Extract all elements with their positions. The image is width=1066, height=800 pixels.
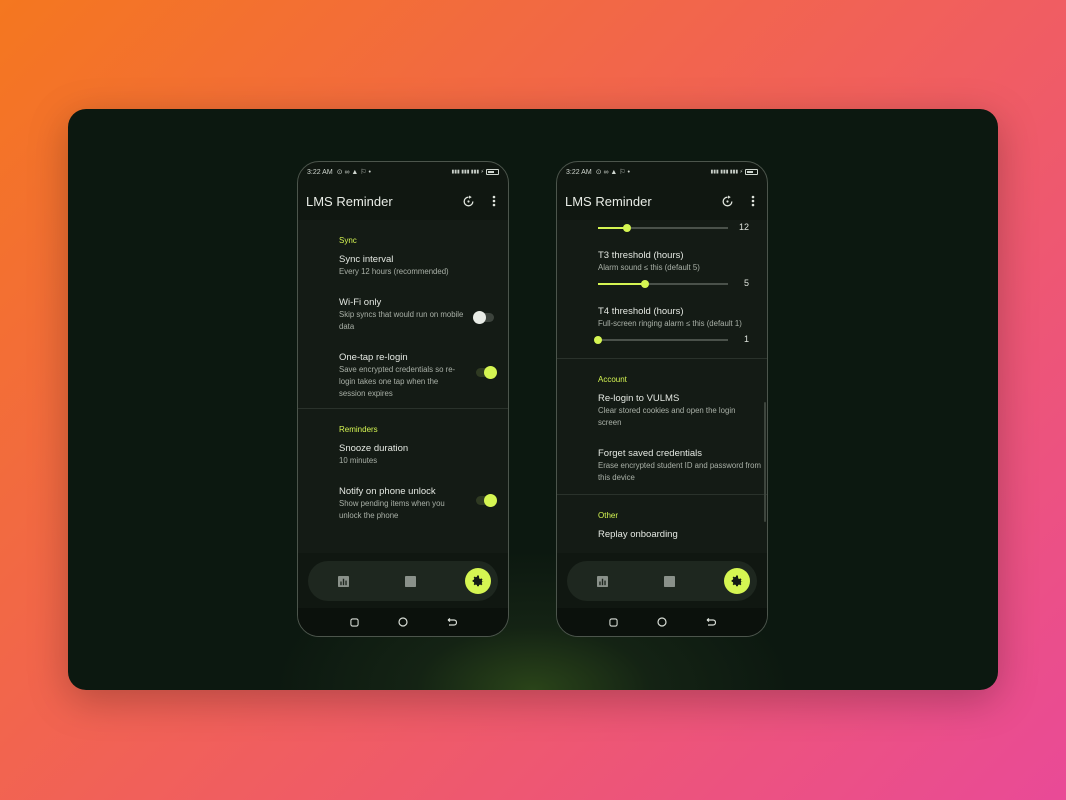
battery-icon — [486, 169, 499, 175]
setting-title: Forget saved credentials — [598, 448, 703, 459]
setting-title: T4 threshold (hours) — [598, 306, 684, 317]
setting-title: Re-login to VULMS — [598, 393, 680, 404]
bar-chart-icon — [337, 575, 349, 587]
one-tap-relogin-toggle[interactable] — [476, 365, 497, 379]
back-icon[interactable] — [445, 615, 459, 629]
refresh-icon[interactable] — [460, 193, 476, 209]
status-bar: 3:22 AM ⊙ ∞ ▲ ⚐ • ▮▮▮ ▮▮▮ ▮▮▮ ⚡ — [298, 162, 508, 182]
setting-title: Replay onboarding — [598, 529, 678, 540]
app-title: LMS Reminder — [565, 193, 652, 209]
setting-subtitle: Save encrypted credentials so re-login t… — [339, 365, 456, 398]
square-icon — [664, 575, 675, 587]
signal-icon: ▮▮▮ ▮▮▮ ▮▮▮ ⚡ — [451, 169, 484, 175]
system-nav-bar — [298, 608, 508, 636]
setting-one-tap-relogin[interactable]: One-tap re-login Save encrypted credenti… — [298, 352, 508, 402]
setting-subtitle: 10 minutes — [339, 456, 378, 465]
nav-settings[interactable] — [724, 568, 750, 594]
phone-left: 3:22 AM ⊙ ∞ ▲ ⚐ • ▮▮▮ ▮▮▮ ▮▮▮ ⚡ LMS Remi… — [297, 161, 509, 637]
setting-subtitle: Alarm sound ≤ this (default 5) — [598, 263, 700, 272]
notification-icons: ⊙ ∞ ▲ ⚐ • — [595, 169, 630, 176]
slider-thumb[interactable] — [594, 336, 602, 344]
setting-notify-on-unlock[interactable]: Notify on phone unlock Show pending item… — [298, 486, 508, 526]
t4-threshold-slider[interactable]: 1 — [594, 332, 767, 348]
gear-icon — [731, 575, 743, 587]
app-bar: LMS Reminder — [298, 182, 508, 220]
slider-thumb[interactable] — [640, 280, 649, 288]
recents-icon[interactable] — [606, 615, 620, 629]
slider-value: 12 — [738, 222, 749, 232]
refresh-icon[interactable] — [719, 193, 735, 209]
t3-threshold-slider[interactable]: 5 — [598, 276, 767, 292]
section-header-other: Other — [598, 511, 619, 520]
app-bar: LMS Reminder — [557, 182, 767, 220]
signal-icon: ▮▮▮ ▮▮▮ ▮▮▮ ⚡ — [710, 169, 743, 175]
setting-t3-threshold[interactable]: T3 threshold (hours) Alarm sound ≤ this … — [557, 236, 767, 276]
setting-title: Notify on phone unlock — [339, 486, 436, 497]
notify-unlock-toggle[interactable] — [476, 493, 497, 507]
section-header-sync: Sync — [339, 236, 357, 245]
wifi-only-toggle[interactable] — [473, 310, 494, 324]
recents-icon[interactable] — [347, 615, 361, 629]
gear-icon — [472, 575, 484, 587]
nav-stats[interactable] — [589, 568, 615, 594]
setting-subtitle: Erase encrypted student ID and password … — [598, 461, 761, 482]
setting-snooze-duration[interactable]: Snooze duration 10 minutes — [298, 443, 508, 486]
back-icon[interactable] — [704, 615, 718, 629]
phone-right: 3:22 AM ⊙ ∞ ▲ ⚐ • ▮▮▮ ▮▮▮ ▮▮▮ ⚡ LMS Remi… — [556, 161, 768, 637]
scrollbar[interactable] — [764, 402, 766, 522]
nav-items[interactable] — [657, 568, 683, 594]
setting-title: T3 threshold (hours) — [598, 250, 684, 261]
settings-list[interactable]: Sync Sync interval Every 12 hours (recom… — [298, 220, 508, 553]
nav-settings[interactable] — [465, 568, 491, 594]
setting-forget-credentials[interactable]: Forget saved credentials Erase encrypted… — [557, 448, 767, 488]
home-icon[interactable] — [655, 615, 669, 629]
app-title: LMS Reminder — [306, 193, 393, 209]
notification-icons: ⊙ ∞ ▲ ⚐ • — [336, 169, 371, 176]
setting-subtitle: Show pending items when you unlock the p… — [339, 499, 445, 520]
bottom-nav — [567, 561, 757, 601]
slider-value: 5 — [743, 278, 749, 288]
status-time: 3:22 AM — [307, 168, 333, 176]
nav-stats[interactable] — [330, 568, 356, 594]
more-vert-icon[interactable] — [486, 193, 502, 209]
bar-chart-icon — [596, 575, 608, 587]
home-icon[interactable] — [396, 615, 410, 629]
status-time: 3:22 AM — [566, 168, 592, 176]
status-bar: 3:22 AM ⊙ ∞ ▲ ⚐ • ▮▮▮ ▮▮▮ ▮▮▮ ⚡ — [557, 162, 767, 182]
showcase-card: 3:22 AM ⊙ ∞ ▲ ⚐ • ▮▮▮ ▮▮▮ ▮▮▮ ⚡ LMS Remi… — [68, 109, 998, 690]
threshold-slider-top[interactable]: 12 — [598, 220, 767, 236]
bottom-nav — [308, 561, 498, 601]
setting-relogin-vulms[interactable]: Re-login to VULMS Clear stored cookies a… — [557, 393, 767, 448]
more-vert-icon[interactable] — [745, 193, 761, 209]
section-header-reminders: Reminders — [339, 425, 378, 434]
slider-thumb[interactable] — [622, 224, 631, 232]
setting-replay-onboarding[interactable]: Replay onboarding — [557, 529, 767, 549]
system-nav-bar — [557, 608, 767, 636]
setting-title: Sync interval — [339, 254, 394, 265]
section-header-account: Account — [598, 375, 627, 384]
setting-sync-interval[interactable]: Sync interval Every 12 hours (recommende… — [298, 254, 508, 297]
setting-subtitle: Clear stored cookies and open the login … — [598, 406, 736, 427]
setting-subtitle: Full-screen ringing alarm ≤ this (defaul… — [598, 319, 742, 328]
settings-list[interactable]: 12 T3 threshold (hours) Alarm sound ≤ th… — [557, 220, 767, 553]
setting-subtitle: Every 12 hours (recommended) — [339, 267, 449, 276]
setting-t4-threshold[interactable]: T4 threshold (hours) Full-screen ringing… — [557, 292, 767, 332]
slider-value: 1 — [743, 334, 749, 344]
setting-title: Wi-Fi only — [339, 297, 382, 308]
setting-title: Snooze duration — [339, 443, 409, 454]
nav-items[interactable] — [398, 568, 424, 594]
square-icon — [405, 575, 416, 587]
setting-wifi-only[interactable]: Wi-Fi only Skip syncs that would run on … — [298, 297, 508, 352]
setting-subtitle: Skip syncs that would run on mobile data — [339, 310, 464, 331]
setting-title: One-tap re-login — [339, 352, 408, 363]
battery-icon — [745, 169, 758, 175]
